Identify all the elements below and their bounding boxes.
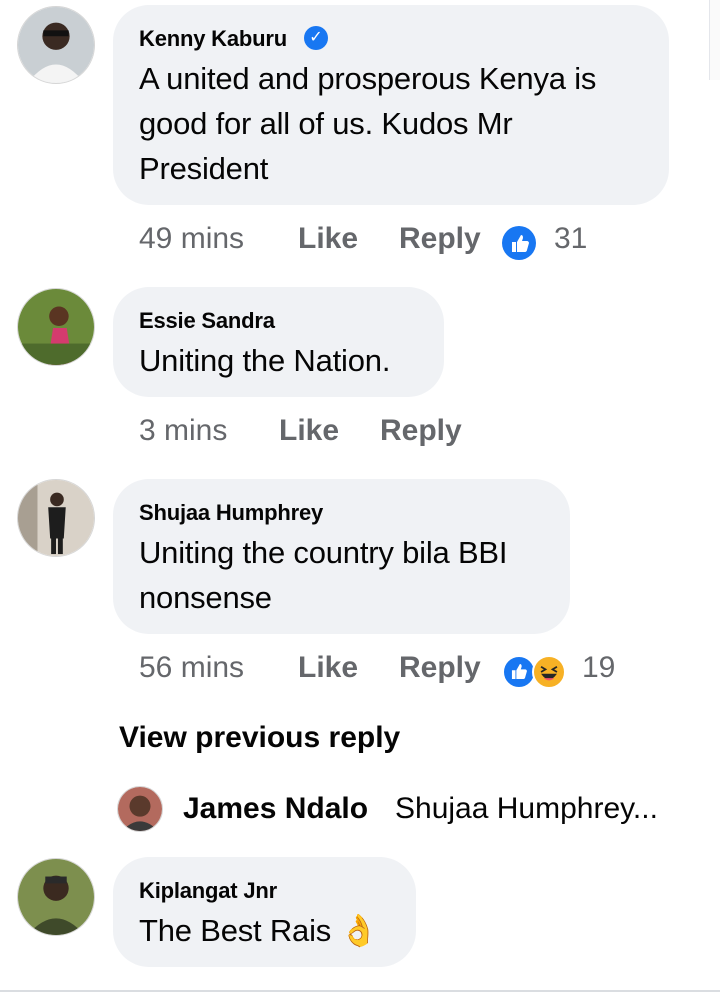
comment-text-line: good for all of us. Kudos Mr [139, 106, 513, 141]
reply-button[interactable]: Reply [399, 651, 481, 685]
like-button[interactable]: Like [279, 414, 339, 448]
ok-hand-emoji-icon: 👌 [339, 913, 379, 948]
avatar[interactable] [17, 6, 95, 84]
comment-time: 56 mins [139, 651, 245, 684]
comment-author[interactable]: Essie Sandra [139, 308, 275, 334]
comment-text-line: nonsense [139, 580, 272, 615]
comment-time: 49 mins [139, 222, 245, 255]
reply-preview-text[interactable]: Shujaa Humphrey... [395, 792, 658, 826]
avatar[interactable] [17, 288, 95, 366]
reaction-count[interactable]: 19 [582, 651, 615, 685]
reaction-count[interactable]: 31 [554, 222, 587, 256]
avatar[interactable] [17, 858, 95, 936]
comment-text-line: A united and prosperous Kenya is [139, 61, 597, 96]
like-reaction-icon[interactable] [502, 655, 536, 689]
right-edge-panel [709, 0, 720, 80]
comment-time: 3 mins [139, 414, 228, 447]
reply-button[interactable]: Reply [399, 222, 481, 256]
comment-text-line: President [139, 151, 269, 186]
avatar[interactable] [17, 479, 95, 557]
comment-text: Uniting the Nation. [139, 343, 391, 378]
verified-badge-icon: ✓ [304, 26, 328, 50]
like-button[interactable]: Like [298, 651, 358, 685]
haha-reaction-icon[interactable] [532, 655, 566, 689]
like-button[interactable]: Like [298, 222, 358, 256]
comment-text: The Best Rais 👌 [139, 908, 378, 953]
reply-button[interactable]: Reply [380, 414, 462, 448]
comment-author[interactable]: Shujaa Humphrey [139, 500, 323, 526]
comment-text-line: Uniting the country bila BBI [139, 535, 508, 570]
view-previous-reply-link[interactable]: View previous reply [119, 721, 400, 755]
like-reaction-icon[interactable] [502, 226, 536, 260]
comment-author[interactable]: Kenny Kaburu [139, 26, 287, 52]
avatar[interactable] [117, 786, 163, 832]
comment-text-content: The Best Rais [139, 913, 332, 948]
comment-author[interactable]: Kiplangat Jnr [139, 878, 277, 904]
reply-author[interactable]: James Ndalo [183, 792, 368, 826]
